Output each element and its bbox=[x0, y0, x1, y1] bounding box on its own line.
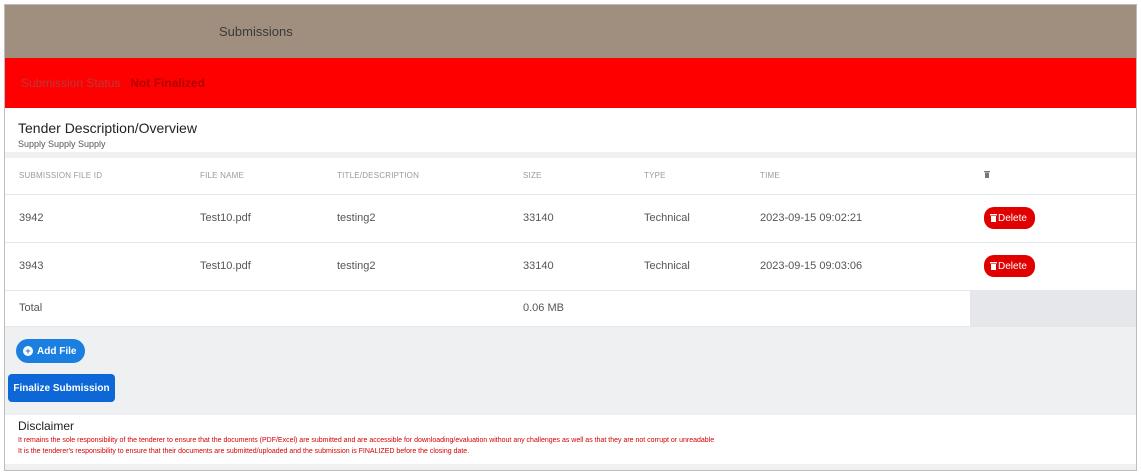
status-label: Submission Status bbox=[21, 76, 121, 90]
column-header-time: TIME bbox=[746, 158, 970, 195]
page-title: Submissions bbox=[219, 24, 293, 39]
total-label: Total bbox=[5, 290, 186, 327]
cell-file-id: 3942 bbox=[5, 194, 186, 243]
status-bar: Submission Status Not Finalized bbox=[5, 58, 1136, 108]
cell-file-name: Test10.pdf bbox=[186, 242, 323, 291]
delete-button[interactable]: Delete bbox=[984, 207, 1035, 229]
overview-description: Supply Supply Supply bbox=[18, 139, 106, 149]
status-value: Not Finalized bbox=[130, 76, 206, 90]
plus-icon: + bbox=[23, 346, 33, 356]
cell-file-id: 3943 bbox=[5, 242, 186, 291]
cell-actions: Delete bbox=[970, 194, 1136, 243]
total-size: 0.06 MB bbox=[509, 290, 630, 327]
total-row: Total 0.06 MB bbox=[5, 290, 1136, 327]
column-header-file-id: SUBMISSION FILE ID bbox=[5, 158, 186, 195]
column-header-file-name: FILE NAME bbox=[186, 158, 323, 195]
add-file-button[interactable]: + Add File bbox=[16, 339, 86, 363]
delete-button[interactable]: Delete bbox=[984, 255, 1035, 277]
submissions-table: SUBMISSION FILE ID FILE NAME TITLE/DESCR… bbox=[5, 158, 1136, 327]
table-row: 3942 Test10.pdf testing2 33140 Technical… bbox=[5, 194, 1136, 243]
trash-icon bbox=[984, 171, 990, 179]
cell-file-name: Test10.pdf bbox=[186, 194, 323, 243]
delete-label: Delete bbox=[998, 260, 1027, 272]
column-header-size: SIZE bbox=[509, 158, 630, 195]
disclaimer-line: It is the tenderer's responsibility to e… bbox=[18, 448, 470, 455]
cell-time: 2023-09-15 09:02:21 bbox=[746, 194, 970, 243]
cell-actions: Delete bbox=[970, 242, 1136, 291]
cell-time: 2023-09-15 09:03:06 bbox=[746, 242, 970, 291]
tender-overview: Tender Description/Overview Supply Suppl… bbox=[5, 108, 1136, 152]
disclaimer-section: Disclaimer It remains the sole responsib… bbox=[5, 415, 1136, 464]
table-row: 3943 Test10.pdf testing2 33140 Technical… bbox=[5, 242, 1136, 291]
overview-title: Tender Description/Overview bbox=[18, 120, 197, 136]
cell-size: 33140 bbox=[509, 194, 630, 243]
cell-title: testing2 bbox=[323, 194, 509, 243]
disclaimer-title: Disclaimer bbox=[18, 419, 75, 433]
finalize-submission-button[interactable]: Finalize Submission bbox=[8, 374, 115, 402]
delete-label: Delete bbox=[998, 212, 1027, 224]
column-header-title: TITLE/DESCRIPTION bbox=[323, 158, 509, 195]
disclaimer-line: It remains the sole responsibility of th… bbox=[18, 437, 715, 444]
trash-icon bbox=[990, 262, 997, 270]
cell-size: 33140 bbox=[509, 242, 630, 291]
column-header-actions bbox=[970, 158, 1136, 195]
column-header-type: TYPE bbox=[630, 158, 746, 195]
cell-type: Technical bbox=[630, 242, 746, 291]
submissions-panel: Submissions Submission Status Not Finali… bbox=[4, 4, 1137, 471]
cell-type: Technical bbox=[630, 194, 746, 243]
header-bar: Submissions bbox=[5, 5, 1136, 58]
table-header-row: SUBMISSION FILE ID FILE NAME TITLE/DESCR… bbox=[5, 158, 1136, 195]
add-file-label: Add File bbox=[37, 345, 77, 357]
trash-icon bbox=[990, 214, 997, 222]
cell-title: testing2 bbox=[323, 242, 509, 291]
